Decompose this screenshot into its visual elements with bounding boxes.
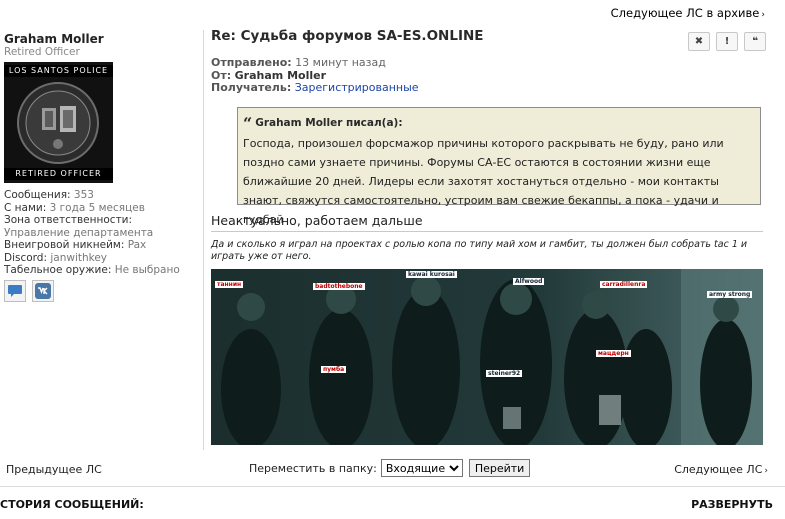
vk-profile-button[interactable] <box>32 280 54 302</box>
quote-block: “Graham Moller писал(а): Господа, произо… <box>237 107 761 226</box>
image-tag: carradillenra <box>600 281 648 288</box>
chat-bubble-icon <box>8 285 22 297</box>
move-to-folder: Переместить в папку: Входящие Перейти <box>249 459 531 477</box>
recipient-link[interactable]: Зарегистрированные <box>295 81 419 94</box>
next-pm-link[interactable]: Следующее ЛС › <box>674 463 768 476</box>
move-folder-label: Переместить в папку: <box>249 461 377 475</box>
image-tag: таннин <box>215 281 244 288</box>
discord-row: Discord: janwithkey <box>4 251 108 264</box>
image-tag: Alfwood <box>513 278 545 285</box>
delete-button[interactable]: ✖ <box>688 32 710 51</box>
chevron-right-icon: › <box>764 466 768 476</box>
author-sidebar: Graham Moller Retired Officer LOS SANTOS… <box>0 30 204 450</box>
signature-divider <box>211 231 763 232</box>
message-actions: ✖ ! ❝ <box>688 32 766 51</box>
ooc-nickname-row: Внеигровой никнейм: Pax <box>4 239 147 251</box>
quote-author: “Graham Moller писал(а): <box>243 114 403 133</box>
report-button[interactable]: ! <box>716 32 738 51</box>
lspd-seal-icon <box>17 82 99 164</box>
go-button[interactable]: Перейти <box>468 459 531 477</box>
vk-icon <box>35 283 51 299</box>
quote-mark-icon: “ <box>243 114 253 133</box>
quote-icon: ❝ <box>752 36 758 47</box>
next-archived-pm-link[interactable]: Следующее ЛС в архиве › <box>611 6 765 20</box>
responsibility-zone-row: Зона ответственности: Управление департа… <box>4 214 154 239</box>
close-icon: ✖ <box>694 36 704 47</box>
image-tag: мацдерн <box>596 350 631 357</box>
image-tag: пумба <box>321 366 347 373</box>
message-meta: Отправлено: 13 минут назад От: Graham Mo… <box>211 56 419 95</box>
recipient-row: Получатель: Зарегистрированные <box>211 81 419 94</box>
image-tag: army strong <box>707 291 753 298</box>
previous-pm-link[interactable]: Предыдущее ЛС <box>6 463 102 476</box>
member-since-row: С нами: 3 года 5 месяцев <box>4 201 145 214</box>
contact-buttons <box>4 280 54 302</box>
message-title: Re: Судьба форумов SA-ES.ONLINE <box>211 28 484 44</box>
folder-select[interactable]: Входящие <box>380 459 463 477</box>
author-profile-fields: Сообщения: 353 С нами: 3 года 5 месяцев … <box>4 189 200 277</box>
service-weapon-row: Табельное оружие: Не выбрано <box>4 264 180 276</box>
next-pm-label: Следующее ЛС <box>674 463 763 476</box>
sender-name[interactable]: Graham Moller <box>235 69 326 82</box>
chevron-right-icon: › <box>761 10 765 20</box>
image-tag: steiner92 <box>486 370 523 377</box>
avatar-top-text: LOS SANTOS POLICE <box>4 65 113 77</box>
exclamation-icon: ! <box>724 36 730 47</box>
quote-button[interactable]: ❝ <box>744 32 766 51</box>
reply-text: Неактуально, работаем дальше <box>211 213 423 228</box>
next-archived-pm-label: Следующее ЛС в архиве <box>610 6 760 20</box>
footer-divider <box>0 486 785 487</box>
avatar-bottom-text: RETIRED OFFICER <box>4 168 113 180</box>
signature-image: таннин badtothebone kawai kurosai Alfwoo… <box>211 269 763 445</box>
posts-count-row: Сообщения: 353 <box>4 189 94 201</box>
author-name[interactable]: Graham Moller <box>4 32 104 46</box>
image-tag: kawai kurosai <box>406 271 457 278</box>
expand-history-button[interactable]: РАЗВЕРНУТЬ <box>691 498 773 511</box>
message-history-heading: СТОРИЯ СООБЩЕНИЙ: <box>0 498 144 511</box>
tactical-team-photo <box>211 269 763 445</box>
signature-text: Да и сколько я играл на проектах с ролью… <box>211 239 748 262</box>
private-message-button[interactable] <box>4 280 26 302</box>
image-tag: badtothebone <box>313 283 365 290</box>
avatar: LOS SANTOS POLICE RETIRED OFFICER <box>4 62 113 183</box>
author-rank: Retired Officer <box>4 46 80 58</box>
